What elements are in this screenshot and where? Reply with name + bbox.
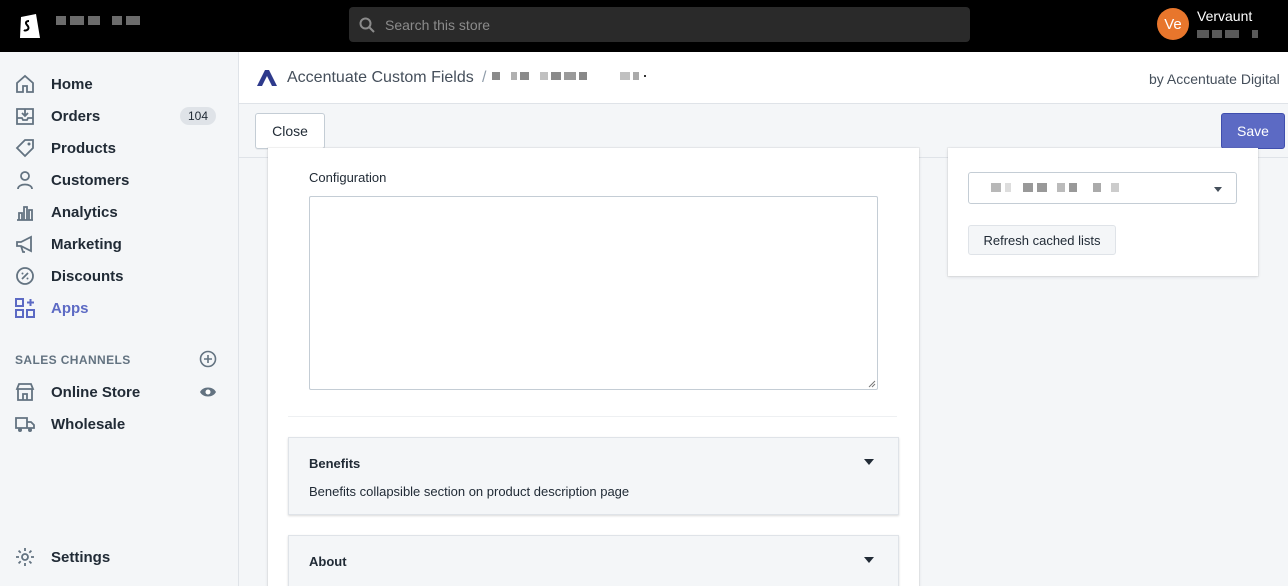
home-icon: [16, 74, 34, 93]
sidebar-item-analytics[interactable]: Analytics: [0, 196, 239, 228]
sidebar-item-label: Online Store: [51, 383, 141, 401]
save-button[interactable]: Save: [1221, 113, 1285, 149]
sidebar-item-wholesale[interactable]: Wholesale: [0, 408, 239, 440]
sidebar-item-label: Settings: [51, 548, 111, 566]
sidebar-item-label: Apps: [51, 299, 89, 317]
sidebar: Home Orders 104 Products Customers Analy…: [0, 52, 239, 586]
tag-icon: [15, 139, 34, 158]
sidebar-item-marketing[interactable]: Marketing: [0, 228, 239, 260]
section-description: Benefits collapsible section on product …: [309, 484, 630, 499]
add-circle-icon[interactable]: [199, 350, 217, 368]
about-section[interactable]: About: [288, 535, 899, 586]
app-header: Accentuate Custom Fields / by Accentuate…: [239, 52, 1288, 104]
app-title[interactable]: Accentuate Custom Fields: [287, 69, 474, 87]
search-placeholder: Search this store: [385, 16, 491, 33]
bar-chart-icon: [17, 206, 33, 221]
user-subtitle: [1197, 30, 1258, 38]
sidebar-item-label: Discounts: [51, 267, 124, 285]
content-area: Configuration Benefits Benefits collapsi…: [239, 148, 1288, 586]
main-area: Accentuate Custom Fields / by Accentuate…: [239, 52, 1288, 586]
sidebar-item-home[interactable]: Home: [0, 68, 239, 100]
side-card: Refresh cached lists: [948, 148, 1258, 276]
gear-icon: [16, 548, 34, 566]
discount-icon: [16, 267, 34, 285]
sidebar-item-label: Analytics: [51, 203, 118, 221]
fields-card: Configuration Benefits Benefits collapsi…: [268, 148, 919, 586]
person-icon: [17, 171, 33, 190]
search-bar[interactable]: Search this store: [349, 7, 970, 42]
sidebar-item-products[interactable]: Products: [0, 132, 239, 164]
truck-icon: [15, 417, 35, 432]
avatar[interactable]: Ve: [1157, 8, 1189, 40]
orders-count-badge: 104: [180, 107, 217, 125]
chevron-down-icon: [1214, 187, 1222, 192]
sidebar-item-settings[interactable]: Settings: [0, 541, 239, 573]
app-author: by Accentuate Digital: [1149, 71, 1280, 87]
accentuate-logo-icon: [257, 70, 277, 86]
store-icon: [15, 383, 35, 401]
top-bar: Search this store Ve Vervaunt: [0, 0, 1288, 52]
configuration-textarea[interactable]: [309, 196, 878, 390]
sidebar-item-customers[interactable]: Customers: [0, 164, 239, 196]
sidebar-item-label: Orders: [51, 107, 101, 125]
benefits-section[interactable]: Benefits Benefits collapsible section on…: [288, 437, 899, 515]
section-title: Benefits: [309, 456, 361, 471]
sales-channels-heading: SALES CHANNELS: [15, 353, 131, 367]
refresh-cached-lists-button[interactable]: Refresh cached lists: [968, 225, 1116, 255]
eye-icon[interactable]: [199, 383, 217, 401]
apps-icon: [15, 298, 35, 318]
sidebar-item-label: Customers: [51, 171, 130, 189]
breadcrumb-current: [492, 72, 646, 80]
sidebar-item-online-store[interactable]: Online Store: [0, 376, 239, 408]
list-select[interactable]: [968, 172, 1237, 204]
close-button[interactable]: Close: [255, 113, 325, 149]
sidebar-item-label: Home: [51, 75, 93, 93]
section-title: About: [309, 554, 347, 569]
sidebar-item-label: Products: [51, 139, 117, 157]
orders-icon: [16, 108, 34, 125]
caret-down-icon[interactable]: [864, 557, 874, 563]
store-name[interactable]: [56, 16, 140, 25]
user-name[interactable]: Vervaunt: [1197, 8, 1252, 24]
megaphone-icon: [16, 235, 32, 253]
sidebar-item-apps[interactable]: Apps: [0, 292, 239, 324]
sidebar-item-label: Marketing: [51, 235, 122, 253]
breadcrumb-separator: /: [482, 69, 487, 86]
sidebar-item-label: Wholesale: [51, 415, 126, 433]
resize-handle-icon[interactable]: [868, 380, 876, 388]
shopify-logo-icon[interactable]: [16, 10, 44, 40]
configuration-label: Configuration: [309, 170, 387, 185]
sidebar-item-discounts[interactable]: Discounts: [0, 260, 239, 292]
sidebar-item-orders[interactable]: Orders 104: [0, 100, 239, 132]
divider: [288, 416, 897, 417]
caret-down-icon[interactable]: [864, 459, 874, 465]
search-icon: [359, 17, 375, 33]
